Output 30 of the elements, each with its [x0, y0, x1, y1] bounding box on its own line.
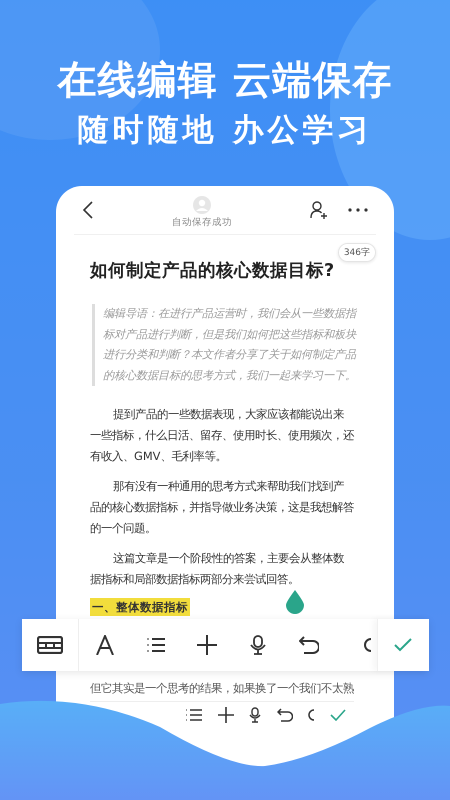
more-icon[interactable] — [348, 208, 368, 212]
checkmark-icon[interactable] — [330, 709, 346, 721]
section-heading: 一、整体数据指标 — [90, 598, 190, 616]
headline: 在线编辑 云端保存 — [58, 58, 392, 104]
letter-a-icon[interactable] — [96, 635, 114, 655]
numbered-list-icon[interactable] — [186, 708, 202, 722]
redo-icon[interactable] — [362, 638, 371, 652]
undo-icon[interactable] — [299, 636, 320, 654]
paragraph: 这篇文章是一个阶段性的答案，主要会从整体数据指标和局部数据指标两部分来尝试回答。 — [90, 550, 345, 588]
lead-quote: 编辑导语：在进行产品运营时，我们会从一些数据指标对产品进行判断，但是我们如何把这些指标和板块进行分类和判断？本文作者分享了关于如何制定产品的核心数据目标的思考方式，我们一起来学习一下。 — [92, 304, 360, 386]
plus-icon[interactable] — [197, 635, 218, 655]
plus-icon[interactable] — [218, 707, 234, 723]
microphone-icon[interactable] — [249, 707, 262, 723]
checkmark-icon[interactable] — [394, 638, 412, 652]
add-person-icon[interactable] — [310, 200, 328, 220]
document-title: 如何制定产品的核心数据目标? — [90, 260, 336, 282]
word-count-badge: 346字 — [338, 243, 376, 262]
subheadline: 随时随地 办公学习 — [78, 111, 372, 150]
avatar-icon — [193, 196, 211, 214]
cursor-handle-icon[interactable] — [286, 590, 304, 614]
redo-icon[interactable] — [308, 709, 314, 721]
numbered-list-icon[interactable] — [147, 637, 165, 653]
paragraph: 那有没有一种通用的思考方式来帮助我们找到产品的核心数据指标，并指导做业务决策，这是我想解答的一个问题。 — [90, 478, 354, 537]
back-icon[interactable] — [82, 200, 94, 220]
paragraph: 但它其实是一个思考的结果，如果换了一个我们不太熟 — [90, 680, 354, 697]
keyboard-icon[interactable] — [37, 636, 64, 654]
paragraph: 提到产品的一些数据表现，大家应该都能说出来一些指标，什么日活、留存、使用时长、使用频次，还有收入、GMV、毛利率等。 — [90, 406, 354, 465]
microphone-icon[interactable] — [250, 635, 266, 655]
save-status: 自动保存成功 — [172, 216, 232, 228]
undo-icon[interactable] — [276, 708, 293, 722]
